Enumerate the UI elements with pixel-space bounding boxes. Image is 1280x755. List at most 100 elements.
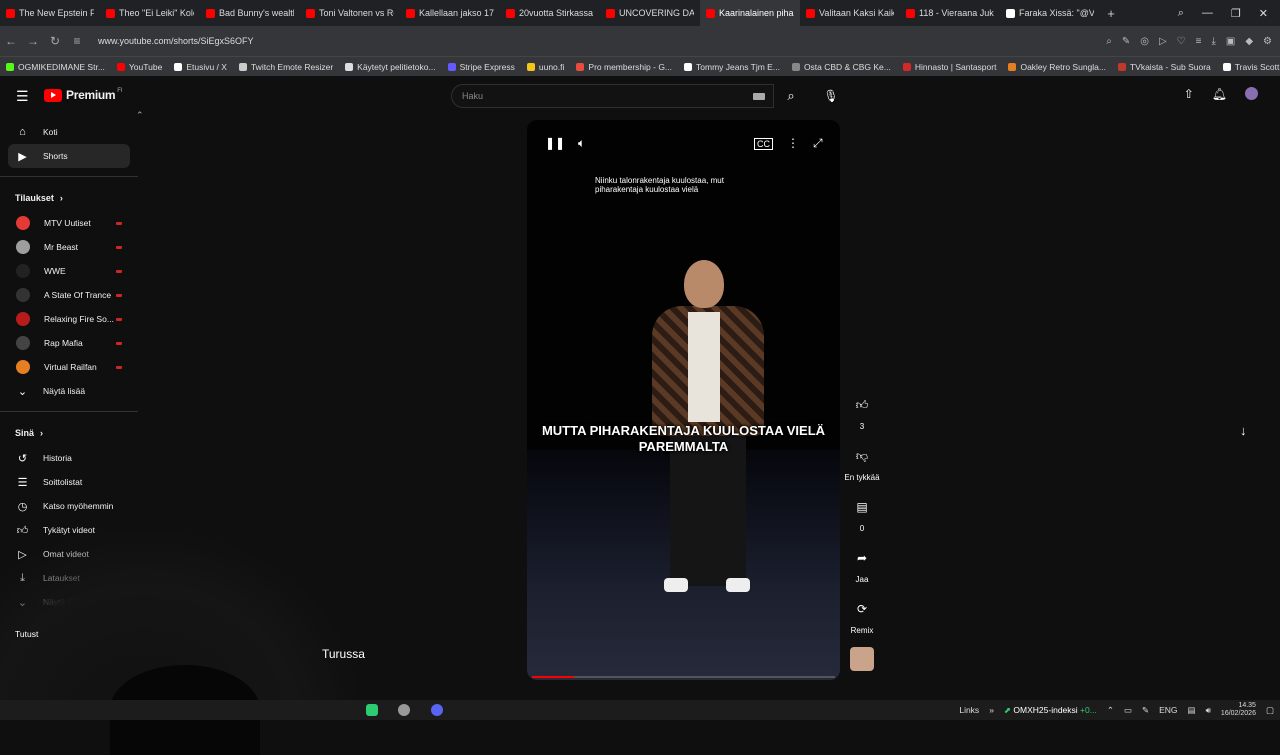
sidebar-channel[interactable]: WWE (0, 259, 138, 283)
bookmark-item[interactable]: Travis Scott: Outfits... (1222, 62, 1280, 72)
shorts-action-share[interactable]: ➦ Jaa (842, 545, 882, 584)
browser-tab[interactable]: Valitaan Kaksi Kaikkien (800, 0, 900, 26)
account-avatar[interactable] (1245, 87, 1258, 100)
shorts-video-player[interactable]: ❚❚ 🔈︎ CC ⋮ ⤢ Niinku talonrakentaja kuulo… (527, 120, 840, 680)
microphone-icon[interactable]: 🎙︎ (820, 84, 842, 108)
browser-tab[interactable]: Kallellaan jakso 17. Le (400, 0, 500, 26)
hamburger-menu-icon[interactable]: ☰ (16, 88, 29, 105)
browser-tab[interactable]: 20vuotta Stirkassa va (500, 0, 600, 26)
sidebar-channel[interactable]: Virtual Railfan (0, 355, 138, 379)
shorts-action-comment[interactable]: ▤ 0 (842, 494, 882, 533)
bookmark-item[interactable]: TVkaista - Sub Suora (1117, 62, 1211, 72)
sidebar-channel[interactable]: MTV Uutiset (0, 211, 138, 235)
upload-icon[interactable]: ⇧ (1184, 87, 1194, 101)
closed-captions-icon[interactable]: CC (754, 138, 773, 150)
wallet-icon[interactable]: ▣ (1226, 36, 1235, 47)
pen-icon[interactable]: ✎ (1142, 705, 1149, 716)
audio-source-thumbnail[interactable] (850, 647, 874, 671)
new-tab-button[interactable]: + (1100, 6, 1122, 21)
tray-app-icon[interactable]: ▭ (1124, 705, 1132, 716)
taskbar-app-icon[interactable] (398, 704, 410, 716)
fullscreen-icon[interactable]: ⤢ (813, 136, 823, 151)
volume-tray-icon[interactable]: 🔊︎ (1206, 705, 1211, 716)
bookmark-item[interactable]: Osta CBD & CBG Ke... (791, 62, 891, 72)
heart-icon[interactable]: ♡ (1177, 36, 1186, 47)
links-toolbar[interactable]: Links (959, 705, 979, 715)
close-window-icon[interactable]: ✕ (1259, 7, 1268, 20)
shorts-action-thumbs-up[interactable]: 👍︎ 3 (842, 392, 882, 431)
discord-icon[interactable] (431, 704, 443, 716)
search-input[interactable]: Haku (451, 84, 774, 108)
browser-tab[interactable]: Theo "Ei Leiki" Kolehm (100, 0, 200, 26)
download-icon[interactable]: ⤓ (1211, 36, 1215, 47)
channel-name: Rap Mafia (44, 338, 83, 348)
browser-tab[interactable]: Bad Bunny's wealth is (200, 0, 300, 26)
menu-icon[interactable]: ≡ (1196, 36, 1202, 47)
maximize-icon[interactable]: ❐ (1231, 7, 1241, 20)
shorts-action-remix[interactable]: ⟳ Remix (842, 596, 882, 635)
volume-icon[interactable]: 🔈︎ (578, 136, 585, 151)
sidebar-item-you[interactable]: ↺ Historia (0, 446, 138, 470)
bookmark-item[interactable]: Etusivu / X (174, 62, 227, 72)
stock-widget[interactable]: ⬈ OMXH25-indeksi +0... (1004, 705, 1097, 716)
back-icon[interactable]: ← (0, 34, 22, 48)
sidebar-item-you[interactable]: ◷ Katso myöhemmin (0, 494, 138, 518)
bookmark-item[interactable]: Tommy Jeans Tjm E... (684, 62, 780, 72)
shorts-action-thumbs-down[interactable]: 👎︎ En tykkää (842, 443, 882, 482)
notifications-bell-icon[interactable]: 🔔︎ (1212, 87, 1227, 101)
clock[interactable]: 14.35 16/02/2026 (1221, 702, 1256, 718)
pause-icon[interactable]: ❚❚ (545, 136, 565, 150)
bookmark-item[interactable]: Oakley Retro Sungla... (1008, 62, 1106, 72)
bookmark-item[interactable]: Stripe Express (447, 62, 515, 72)
zoom-icon[interactable]: ⌕ (1106, 36, 1112, 47)
settings-icon[interactable]: ⚙ (1263, 36, 1272, 47)
minimize-icon[interactable]: — (1202, 7, 1213, 19)
youtube-premium-logo[interactable]: Premium FI (44, 88, 122, 102)
next-short-arrow-icon[interactable]: ↓ (1240, 423, 1247, 438)
search-tabs-icon[interactable]: ⌕ (1178, 7, 1184, 20)
network-icon[interactable]: ▤ (1188, 705, 1196, 716)
sidebar-item-koti[interactable]: ⌂ Koti (0, 120, 138, 144)
bookmark-item[interactable]: Twitch Emote Resizer (238, 62, 333, 72)
browser-tab[interactable]: The New Epstein Files (0, 0, 100, 26)
browser-tab[interactable]: Faraka Xissä: "@Valv (1000, 0, 1100, 26)
notification-center-icon[interactable]: ▢ (1266, 705, 1274, 716)
bookmark-item[interactable]: Pro membership - G... (576, 62, 672, 72)
bookmark-item[interactable]: YouTube (116, 62, 162, 72)
edit-icon[interactable]: ✎ (1122, 36, 1130, 47)
site-info-icon[interactable]: ≡ (66, 34, 88, 48)
play-icon[interactable]: ▷ (1159, 36, 1167, 47)
sidebar-channel[interactable]: Relaxing Fire So... (0, 307, 138, 331)
sidebar-channel[interactable]: A State Of Trance (0, 283, 138, 307)
tab-title: Theo "Ei Leiki" Kolehm (119, 8, 194, 18)
browser-tab[interactable]: UNCOVERING DARK E (600, 0, 700, 26)
show-more-button[interactable]: ⌄ Näytä lisää (0, 379, 138, 403)
browser-tab[interactable]: 118 - Vieraana Jukka P (900, 0, 1000, 26)
extension-icon[interactable]: ◆ (1245, 36, 1253, 47)
channel-avatar (16, 216, 30, 230)
forward-icon[interactable]: → (22, 34, 44, 48)
browser-tab[interactable]: Toni Valtonen vs Roge (300, 0, 400, 26)
sidebar-item-shorts[interactable]: ▶ Shorts (8, 144, 130, 168)
bookmark-item[interactable]: uuno.fi (526, 62, 564, 72)
url-field[interactable]: www.youtube.com/shorts/SiEgxS6OFY (98, 36, 254, 46)
bookmark-item[interactable]: OGMIKEDIMANE Str... (6, 62, 105, 72)
sidebar-channel[interactable]: Rap Mafia (0, 331, 138, 355)
video-progress-bar[interactable] (532, 676, 835, 678)
bookmark-item[interactable]: Hinnasto | Santasport (902, 62, 996, 72)
subscriptions-heading[interactable]: Tilaukset › (0, 185, 138, 211)
screenshot-icon[interactable]: ◎ (1140, 36, 1149, 47)
you-heading[interactable]: Sinä › (0, 420, 138, 446)
bookmark-item[interactable]: Käytetyt pelitietoko... (345, 62, 436, 72)
sidebar-item-you[interactable]: ☰ Soittolistat (0, 470, 138, 494)
search-icon[interactable]: ⌕ (776, 84, 806, 108)
taskbar-app-icon[interactable] (366, 704, 378, 716)
reload-icon[interactable]: ↻ (44, 34, 66, 48)
browser-tab[interactable]: Kaarinalainen pihara (700, 0, 800, 26)
keyboard-lang[interactable]: ENG (1159, 705, 1177, 715)
sidebar-channel[interactable]: Mr Beast (0, 235, 138, 259)
bookmark-favicon-icon (526, 62, 535, 71)
keyboard-icon[interactable] (753, 93, 765, 100)
tray-chevron-icon[interactable]: ⌃ (1107, 705, 1114, 716)
more-options-icon[interactable]: ⋮ (787, 136, 799, 150)
